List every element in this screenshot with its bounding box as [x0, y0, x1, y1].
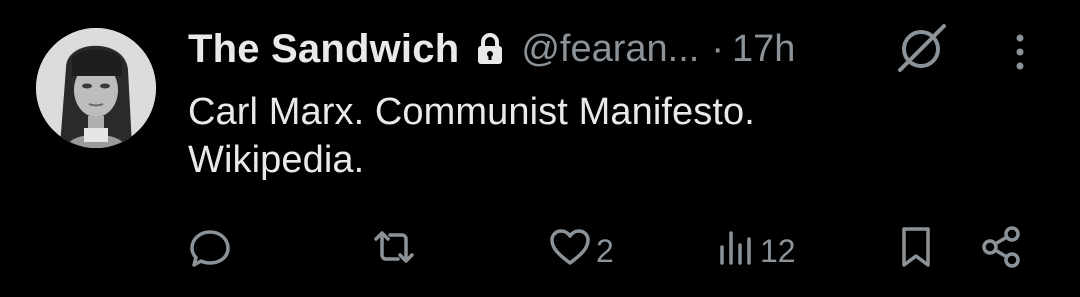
- share-button[interactable]: [978, 226, 1024, 276]
- grok-icon[interactable]: [894, 24, 948, 74]
- reply-icon: [188, 225, 232, 277]
- tweet-text-line: Wikipedia.: [188, 139, 365, 181]
- tweet[interactable]: The Sandwich @fearan... · 17h Carl Marx.…: [0, 0, 1080, 297]
- author-name[interactable]: The Sandwich: [188, 27, 459, 72]
- lock-icon: [475, 29, 505, 69]
- separator-dot: ·: [711, 27, 724, 70]
- tweet-header: The Sandwich @fearan... · 17h: [188, 24, 795, 74]
- author-handle[interactable]: @fearan...: [521, 28, 699, 71]
- like-button[interactable]: 2: [548, 226, 614, 276]
- tweet-text-line: Carl Marx. Communist Manifesto.: [188, 91, 755, 133]
- heart-icon: [548, 225, 592, 277]
- views-count: 12: [760, 232, 796, 269]
- tweet-text: Carl Marx. Communist Manifesto. Wikipedi…: [188, 88, 1008, 184]
- more-vertical-icon[interactable]: [1002, 30, 1038, 74]
- reply-button[interactable]: [188, 226, 232, 276]
- views-chart-icon: [716, 225, 756, 277]
- avatar[interactable]: [36, 28, 156, 148]
- share-icon: [978, 224, 1024, 278]
- like-count: 2: [596, 232, 614, 269]
- timestamp[interactable]: 17h: [732, 28, 795, 71]
- bookmark-button[interactable]: [896, 226, 936, 276]
- retweet-icon: [370, 225, 418, 277]
- views-button[interactable]: 12: [716, 226, 796, 276]
- bookmark-icon: [896, 224, 936, 278]
- retweet-button[interactable]: [370, 226, 418, 276]
- tweet-actions: 2 12: [0, 220, 1080, 280]
